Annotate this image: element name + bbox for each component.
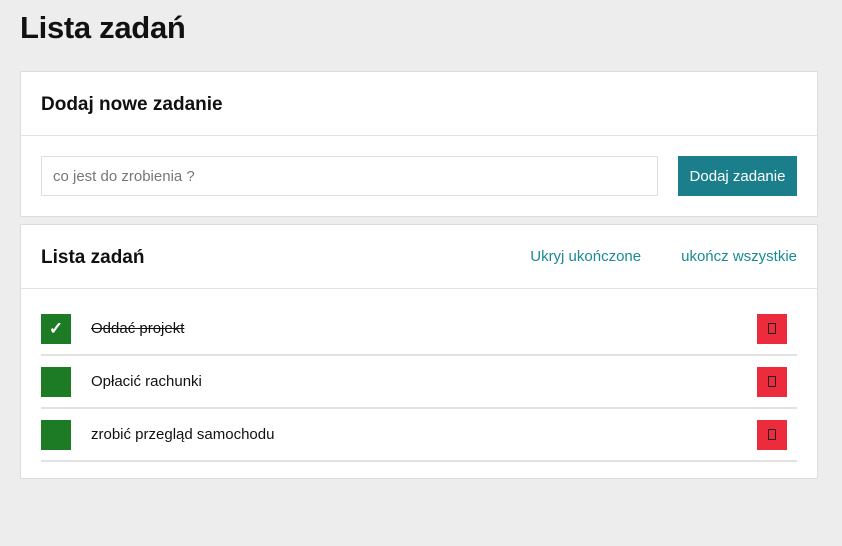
add-task-title: Dodaj nowe zadanie — [41, 93, 223, 115]
task-list-card: Lista zadań Ukryj ukończone ukończ wszys… — [20, 224, 818, 479]
delete-icon — [768, 429, 776, 440]
add-task-button[interactable]: Dodaj zadanie — [678, 156, 797, 196]
task-text: Oddać projekt — [91, 320, 185, 337]
task-list: ✓ Oddać projekt Opłacić rachunki zrobić … — [21, 289, 817, 462]
task-row: zrobić przegląd samochodu — [41, 409, 797, 462]
complete-all-link[interactable]: ukończ wszystkie — [681, 248, 797, 265]
delete-task-button[interactable] — [757, 313, 787, 344]
hide-completed-link[interactable]: Ukryj ukończone — [530, 248, 641, 265]
add-task-header: Dodaj nowe zadanie — [21, 72, 817, 136]
page-title: Lista zadań — [20, 10, 186, 45]
delete-icon — [768, 376, 776, 387]
delete-icon — [768, 323, 776, 334]
task-checkbox[interactable] — [41, 419, 71, 450]
task-checkbox[interactable]: ✓ — [41, 313, 71, 344]
task-row: ✓ Oddać projekt — [41, 303, 797, 356]
task-row: Opłacić rachunki — [41, 356, 797, 409]
task-list-title: Lista zadań — [41, 246, 145, 268]
add-task-form: Dodaj zadanie — [21, 136, 817, 196]
add-task-card: Dodaj nowe zadanie Dodaj zadanie — [20, 71, 818, 217]
delete-task-button[interactable] — [757, 366, 787, 397]
new-task-input[interactable] — [41, 156, 658, 196]
task-list-actions: Ukryj ukończone ukończ wszystkie — [530, 248, 797, 265]
task-text: Opłacić rachunki — [91, 373, 202, 390]
checkmark-icon: ✓ — [48, 318, 64, 338]
task-checkbox[interactable] — [41, 366, 71, 397]
delete-task-button[interactable] — [757, 419, 787, 450]
task-list-header: Lista zadań Ukryj ukończone ukończ wszys… — [21, 225, 817, 289]
task-text: zrobić przegląd samochodu — [91, 426, 275, 443]
